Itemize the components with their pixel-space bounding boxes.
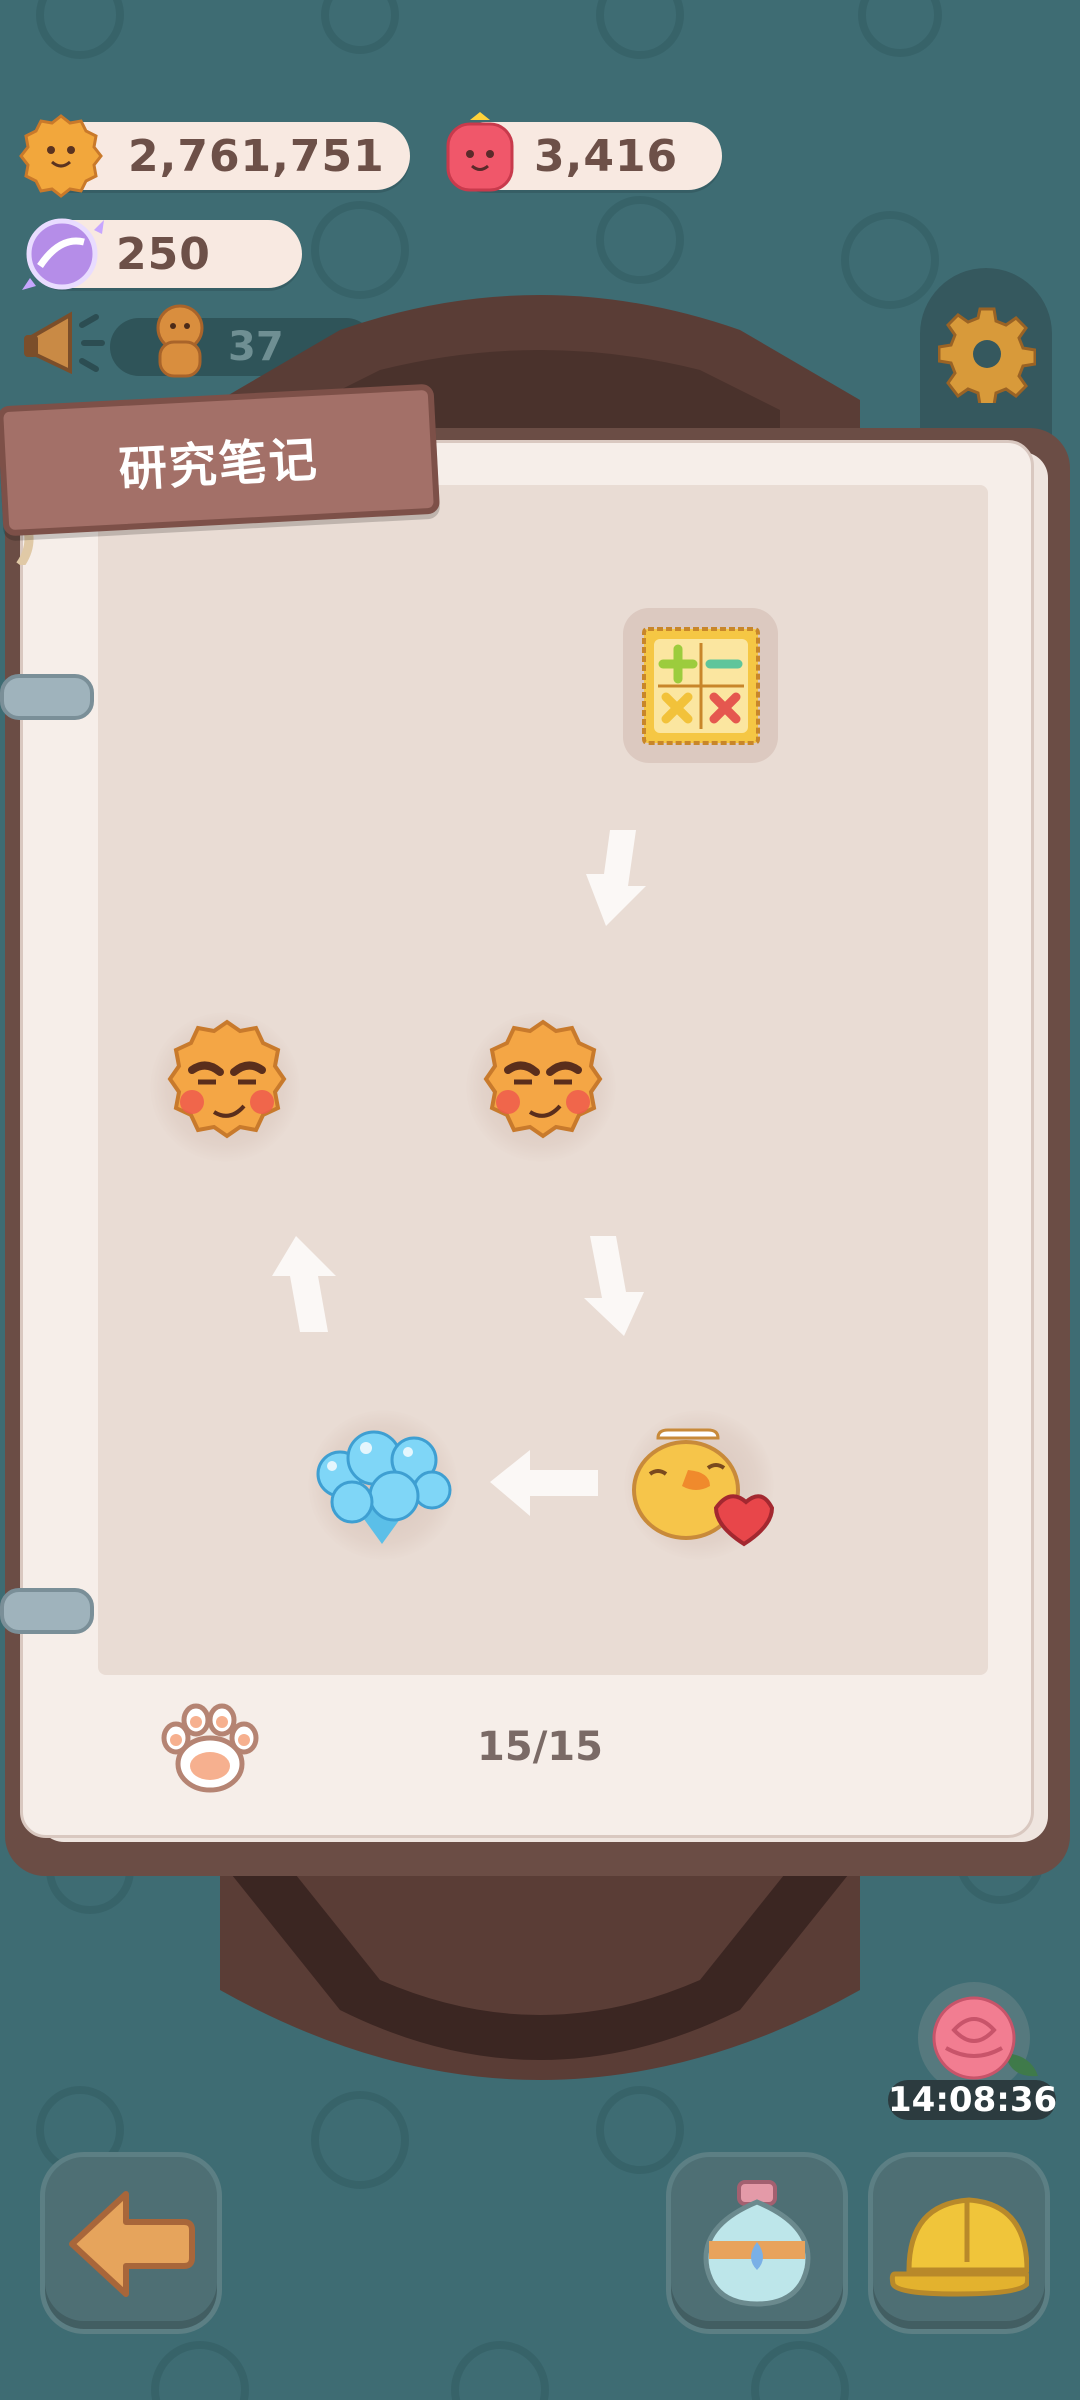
crystal-count: 250 <box>116 228 211 280</box>
gingerbread-icon <box>156 304 204 378</box>
arrow-left-icon <box>490 1450 598 1516</box>
notebook-title: 研究笔记 <box>117 431 321 499</box>
hardhat-icon <box>889 2197 1029 2297</box>
jelly-count: 3,416 <box>534 130 679 182</box>
gear-icon[interactable] <box>938 305 1036 403</box>
red-jelly-icon <box>446 112 514 192</box>
cookie-coin-icon <box>19 114 103 198</box>
arrow-up-icon <box>272 1236 336 1332</box>
arrow-down-icon <box>584 1236 644 1336</box>
duck-with-heart-icon[interactable] <box>628 1424 774 1550</box>
rose-icon[interactable] <box>904 1980 1044 2090</box>
page-counter: 15/15 <box>477 1724 603 1770</box>
back-arrow-icon <box>69 2191 195 2297</box>
notebook-title-tag: 研究笔记 <box>0 383 441 537</box>
back-button[interactable] <box>40 2152 222 2334</box>
cookie-count: 2,761,751 <box>128 130 385 182</box>
hardhat-button[interactable] <box>868 2152 1050 2334</box>
bubble-cluster-icon[interactable] <box>312 1420 458 1550</box>
crystal-candy-icon <box>22 218 104 290</box>
megaphone-icon[interactable] <box>20 305 112 385</box>
arrow-down-icon <box>586 830 646 926</box>
potion-bottle-icon <box>703 2180 811 2307</box>
binder-ring <box>0 674 94 720</box>
paw-icon[interactable] <box>158 1700 262 1798</box>
potion-button[interactable] <box>666 2152 848 2334</box>
calculator-biscuit-icon[interactable] <box>638 623 764 749</box>
binder-ring <box>0 1588 94 1634</box>
timer-label: 14:08:36 <box>888 2080 1058 2120</box>
smug-cookie-icon[interactable] <box>158 1018 296 1156</box>
smug-cookie-icon[interactable] <box>474 1018 612 1156</box>
